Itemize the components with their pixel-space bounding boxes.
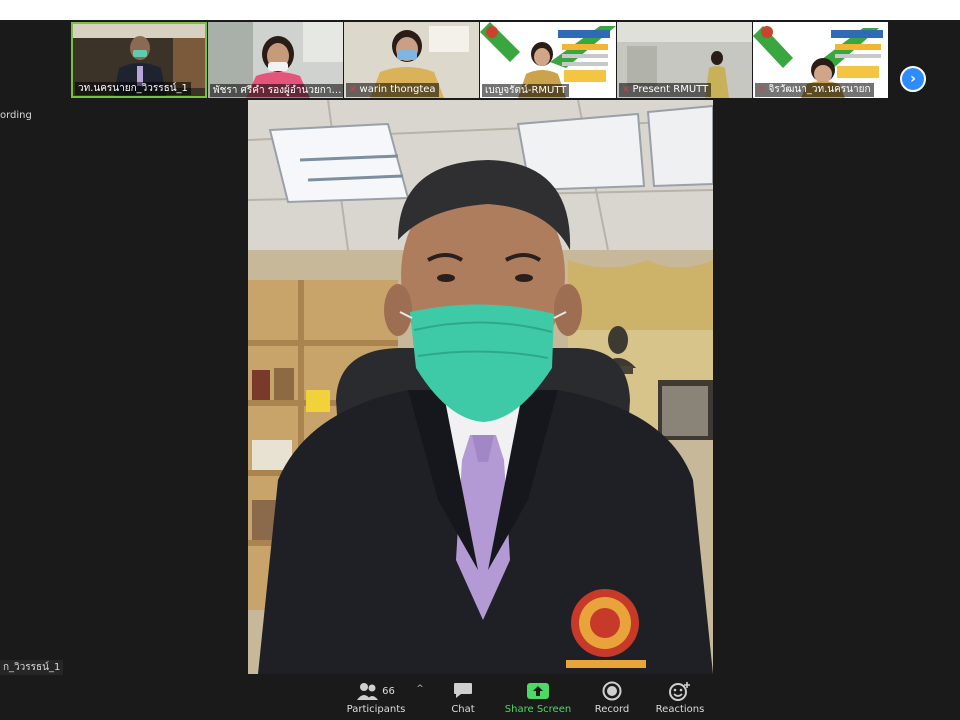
participants-icon xyxy=(357,683,379,700)
participant-tile[interactable]: วท.นครนายก_วิวรรธน์_1 xyxy=(71,22,207,98)
chat-button[interactable]: Chat xyxy=(443,680,483,715)
participant-name: ✕ จิรวัฒนา_วท.นครนายก xyxy=(755,83,874,97)
participants-label: Participants xyxy=(346,704,406,715)
muted-mic-icon: ✕ xyxy=(349,85,357,95)
reactions-label: Reactions xyxy=(655,704,705,715)
participant-tile[interactable]: ✕ warin thongtea xyxy=(344,22,479,98)
share-screen-button[interactable]: Share Screen xyxy=(503,680,573,715)
chevron-right-icon: › xyxy=(910,71,916,87)
recording-label: ording xyxy=(0,110,32,121)
participant-tile[interactable]: เบญจรัตน์-RMUTT xyxy=(480,22,616,98)
record-icon xyxy=(602,681,622,701)
speaker-scene xyxy=(248,100,713,674)
participant-tile[interactable]: ✕ จิรวัฒนา_วท.นครนายก xyxy=(753,22,888,98)
share-screen-icon xyxy=(527,683,549,699)
participant-name: ✕ Present RMUTT xyxy=(619,83,712,97)
participant-name: ✕ warin thongtea xyxy=(346,83,439,97)
chat-icon xyxy=(454,683,472,698)
record-button[interactable]: Record xyxy=(592,680,632,715)
participant-tile[interactable]: พัชรา ศรีคำ รองผู้อำนวยการ... xyxy=(208,22,343,98)
active-speaker-video xyxy=(248,100,713,674)
muted-mic-icon: ✕ xyxy=(622,85,630,95)
self-name-tag: ก_วิวรรธน์_1 xyxy=(0,660,64,675)
chevron-up-icon: ^ xyxy=(416,684,424,694)
next-page-button[interactable]: › xyxy=(900,66,926,92)
window-top-strip xyxy=(0,0,960,20)
participants-options-chevron[interactable]: ^ xyxy=(414,684,426,694)
participants-button[interactable]: 66 Participants xyxy=(346,680,406,715)
chat-label: Chat xyxy=(451,704,475,715)
participant-name: วท.นครนายก_วิวรรธน์_1 xyxy=(75,82,191,95)
participant-name: พัชรา ศรีคำ รองผู้อำนวยการ... xyxy=(210,84,343,97)
reactions-button[interactable]: Reactions xyxy=(654,680,706,715)
participant-gallery: วท.นครนายก_วิวรรธน์_1 พัชรา ศรีคำ รองผู้… xyxy=(0,20,960,100)
participants-count: 66 xyxy=(382,685,395,697)
participant-tile[interactable]: ✕ Present RMUTT xyxy=(617,22,752,98)
participant-name: เบญจรัตน์-RMUTT xyxy=(482,84,570,97)
reactions-icon xyxy=(669,682,690,701)
share-screen-label: Share Screen xyxy=(504,704,572,715)
record-label: Record xyxy=(594,704,630,715)
meeting-toolbar: 66 Participants ^ Chat Share Screen Reco… xyxy=(0,676,960,720)
muted-mic-icon: ✕ xyxy=(758,85,766,95)
